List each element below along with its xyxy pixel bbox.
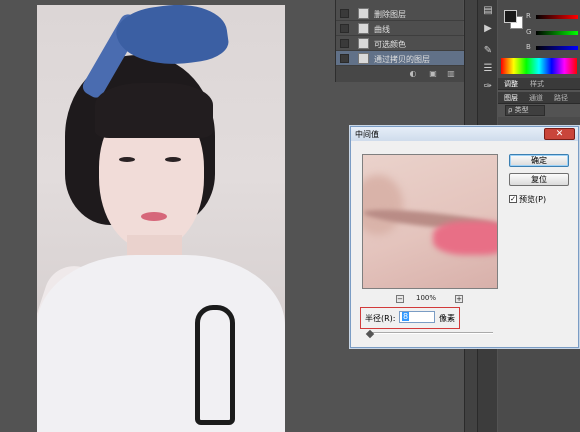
radius-value: 8 xyxy=(402,312,410,321)
radius-slider-track[interactable] xyxy=(369,332,493,334)
layer-row[interactable]: 可选颜色 xyxy=(336,36,464,51)
zoom-out-button[interactable]: − xyxy=(396,295,404,303)
layer-row[interactable]: 删除图层 xyxy=(336,6,464,21)
channel-gradient[interactable] xyxy=(536,46,578,50)
radius-input[interactable]: 8 xyxy=(399,311,435,323)
pen-icon[interactable]: ✑ xyxy=(481,80,495,94)
median-dialog: 中间值 ✕ − 100% + 确定 复位 ✓ 预览(P) 半径(R): 8 像素 xyxy=(350,126,579,348)
ok-button[interactable]: 确定 xyxy=(509,154,569,167)
photo-lips xyxy=(141,212,167,221)
layer-thumbnail xyxy=(358,38,369,49)
preview-label: 预览(P) xyxy=(519,195,547,204)
layers-footer: ◐ ▣ ▥ xyxy=(336,66,464,82)
channel-label: G xyxy=(526,28,532,36)
tab-paths[interactable]: 路径 xyxy=(554,93,568,103)
adjust-tabbar: 调整 样式 xyxy=(498,78,580,90)
layer-name: 通过拷贝的图层 xyxy=(374,55,430,64)
layer-thumbnail xyxy=(358,8,369,19)
visibility-toggle[interactable] xyxy=(340,24,349,33)
close-button[interactable]: ✕ xyxy=(544,128,575,140)
channel-gradient[interactable] xyxy=(536,31,578,35)
channel-gradient[interactable] xyxy=(536,15,578,19)
zoom-in-button[interactable]: + xyxy=(455,295,463,303)
layer-name: 可选颜色 xyxy=(374,40,406,49)
filter-preview[interactable] xyxy=(362,154,498,289)
layers-panel: 删除图层 曲线 可选颜色 通过拷贝的图层 ◐ ▣ ▥ xyxy=(335,0,464,82)
color-panel: R G B xyxy=(498,0,580,78)
layer-name: 曲线 xyxy=(374,25,390,34)
preview-lower-lip xyxy=(433,221,497,255)
tab-channels[interactable]: 通道 xyxy=(529,93,543,103)
trash-icon[interactable]: ▥ xyxy=(446,69,456,78)
photo-eye xyxy=(165,157,181,162)
camera-icon[interactable]: ▣ xyxy=(428,69,438,78)
tab-adjustments[interactable]: 调整 xyxy=(504,79,518,89)
layer-row[interactable]: 曲线 xyxy=(336,21,464,36)
layer-thumbnail xyxy=(358,53,369,64)
zoom-level: 100% xyxy=(416,294,437,302)
visibility-toggle[interactable] xyxy=(340,9,349,18)
radius-label: 半径(R): xyxy=(365,314,396,323)
channel-label: R xyxy=(526,12,531,20)
layer-row-selected[interactable]: 通过拷贝的图层 xyxy=(336,51,464,66)
preview-shade xyxy=(363,175,403,235)
photo-shirt-print xyxy=(195,305,235,425)
photo-shirt xyxy=(37,255,285,432)
visibility-toggle[interactable] xyxy=(340,39,349,48)
adjust-icon[interactable]: ☰ xyxy=(481,62,495,76)
preview-checkbox[interactable]: ✓ xyxy=(509,195,517,203)
new-adjustment-icon[interactable]: ◐ xyxy=(408,69,418,78)
brush-icon[interactable]: ✎ xyxy=(481,44,495,58)
tab-layers[interactable]: 图层 xyxy=(504,93,518,103)
tab-styles[interactable]: 样式 xyxy=(530,79,544,89)
actions-icon[interactable]: ▶ xyxy=(481,22,495,36)
layer-thumbnail xyxy=(358,23,369,34)
document-canvas[interactable] xyxy=(0,0,327,432)
history-icon[interactable]: ▤ xyxy=(481,4,495,18)
layers-tabbar: 图层 通道 路径 xyxy=(498,92,580,104)
visibility-toggle[interactable] xyxy=(340,54,349,63)
channel-label: B xyxy=(526,43,531,51)
photo-eye xyxy=(119,157,135,162)
radius-unit: 像素 xyxy=(439,314,455,323)
photo-bangs xyxy=(95,83,213,138)
color-spectrum[interactable] xyxy=(501,58,577,74)
foreground-color-swatch[interactable] xyxy=(504,10,517,23)
photo-image xyxy=(37,5,285,432)
layer-kind-select[interactable]: ρ 类型 xyxy=(505,105,545,116)
reset-button[interactable]: 复位 xyxy=(509,173,569,186)
layer-name: 删除图层 xyxy=(374,10,406,19)
